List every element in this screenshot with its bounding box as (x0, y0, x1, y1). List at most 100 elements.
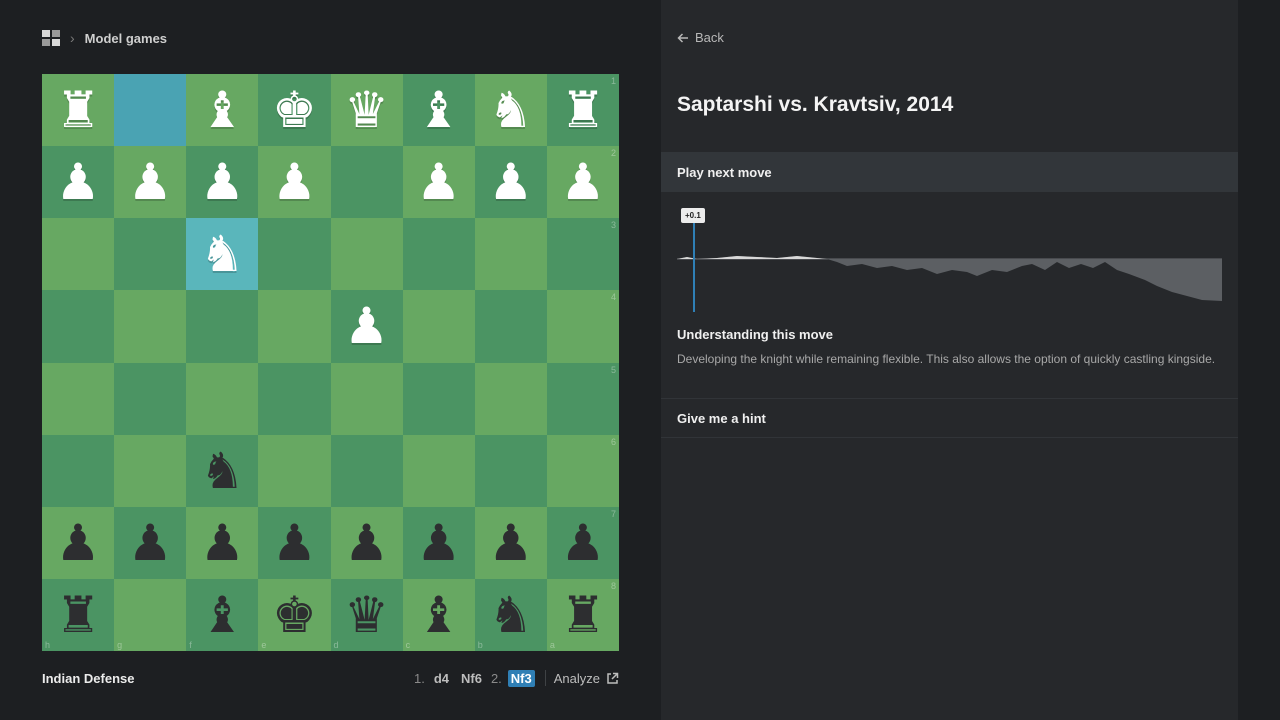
square-g8[interactable]: g (114, 578, 187, 651)
square-b5[interactable] (474, 362, 547, 435)
square-a8[interactable]: ♜ 8 a (546, 578, 619, 651)
square-e2[interactable]: ♟ (258, 146, 331, 219)
black-piece[interactable]: ♞ (200, 446, 245, 496)
square-g6[interactable] (114, 434, 187, 507)
black-piece[interactable]: ♟ (128, 518, 173, 568)
square-a5[interactable]: 5 (546, 362, 619, 435)
app-logo-icon[interactable] (42, 30, 60, 46)
white-piece[interactable]: ♞ (488, 85, 533, 135)
square-h6[interactable] (42, 434, 115, 507)
black-piece[interactable]: ♞ (488, 590, 533, 640)
black-piece[interactable]: ♟ (272, 518, 317, 568)
white-piece[interactable]: ♟ (344, 301, 389, 351)
square-d2[interactable] (330, 146, 403, 219)
black-piece[interactable]: ♟ (200, 518, 245, 568)
square-b2[interactable]: ♟ (474, 146, 547, 219)
square-f3[interactable]: ♞ (186, 218, 259, 291)
square-a6[interactable]: 6 (546, 434, 619, 507)
square-b8[interactable]: ♞ b (474, 578, 547, 651)
black-piece[interactable]: ♟ (488, 518, 533, 568)
square-a7[interactable]: ♟ 7 (546, 506, 619, 579)
black-piece[interactable]: ♚ (272, 590, 317, 640)
square-g7[interactable]: ♟ (114, 506, 187, 579)
white-piece[interactable]: ♟ (488, 157, 533, 207)
square-d6[interactable] (330, 434, 403, 507)
square-b1[interactable]: ♞ (474, 74, 547, 147)
square-d1[interactable]: ♛ (330, 74, 403, 147)
square-a3[interactable]: 3 (546, 218, 619, 291)
square-g1[interactable] (114, 74, 187, 147)
square-b4[interactable] (474, 290, 547, 363)
square-g3[interactable] (114, 218, 187, 291)
square-e4[interactable] (258, 290, 331, 363)
square-f4[interactable] (186, 290, 259, 363)
square-a1[interactable]: ♜ 1 (546, 74, 619, 147)
black-piece[interactable]: ♟ (416, 518, 461, 568)
square-b7[interactable]: ♟ (474, 506, 547, 579)
move-nf3-current[interactable]: Nf3 (507, 669, 535, 687)
white-piece[interactable]: ♟ (128, 157, 173, 207)
square-c6[interactable] (402, 434, 475, 507)
give-hint-button[interactable]: Give me a hint (677, 411, 766, 426)
square-c1[interactable]: ♝ (402, 74, 475, 147)
square-e6[interactable] (258, 434, 331, 507)
white-piece[interactable]: ♞ (200, 229, 245, 279)
square-e1[interactable]: ♚ (258, 74, 331, 147)
square-c7[interactable]: ♟ (402, 506, 475, 579)
square-d3[interactable] (330, 218, 403, 291)
white-piece[interactable]: ♟ (200, 157, 245, 207)
white-piece[interactable]: ♟ (416, 157, 461, 207)
square-c8[interactable]: ♝ c (402, 578, 475, 651)
square-b3[interactable] (474, 218, 547, 291)
square-c4[interactable] (402, 290, 475, 363)
square-d7[interactable]: ♟ (330, 506, 403, 579)
square-e8[interactable]: ♚ e (258, 578, 331, 651)
black-piece[interactable]: ♛ (344, 590, 389, 640)
square-d4[interactable]: ♟ (330, 290, 403, 363)
square-b6[interactable] (474, 434, 547, 507)
square-h1[interactable]: ♜ (42, 74, 115, 147)
square-h3[interactable] (42, 218, 115, 291)
square-c5[interactable] (402, 362, 475, 435)
square-f1[interactable]: ♝ (186, 74, 259, 147)
white-piece[interactable]: ♝ (416, 85, 461, 135)
square-f6[interactable]: ♞ (186, 434, 259, 507)
play-next-move-button[interactable]: Play next move (661, 152, 1238, 192)
white-piece[interactable]: ♝ (200, 85, 245, 135)
back-button[interactable]: Back (677, 30, 724, 45)
square-f8[interactable]: ♝ f (186, 578, 259, 651)
square-e5[interactable] (258, 362, 331, 435)
white-piece[interactable]: ♜ (56, 85, 101, 135)
square-h4[interactable] (42, 290, 115, 363)
black-piece[interactable]: ♝ (200, 590, 245, 640)
black-piece[interactable]: ♟ (56, 518, 101, 568)
square-f2[interactable]: ♟ (186, 146, 259, 219)
square-g4[interactable] (114, 290, 187, 363)
chess-board[interactable]: ♜ ♝ ♚ ♛ ♝ ♞ ♜ 1 ♟ ♟ ♟ ♟ ♟ ♟ ♟ 2 ♞ 3 ♟ 4 5 ♞ 6 ♟ ♟ ♟ ♟ ♟ ♟ ♟ ♟ 7 ♜ h g ♝ f ♚ e ♛… (42, 74, 619, 651)
square-d5[interactable] (330, 362, 403, 435)
white-piece[interactable]: ♟ (561, 157, 606, 207)
square-c2[interactable]: ♟ (402, 146, 475, 219)
square-h8[interactable]: ♜ h (42, 578, 115, 651)
square-h7[interactable]: ♟ (42, 506, 115, 579)
white-piece[interactable]: ♟ (272, 157, 317, 207)
black-piece[interactable]: ♜ (561, 590, 606, 640)
white-piece[interactable]: ♟ (56, 157, 101, 207)
square-g5[interactable] (114, 362, 187, 435)
black-piece[interactable]: ♜ (56, 590, 101, 640)
square-e7[interactable]: ♟ (258, 506, 331, 579)
square-f5[interactable] (186, 362, 259, 435)
move-d4[interactable]: d4 (431, 670, 452, 687)
white-piece[interactable]: ♚ (272, 85, 317, 135)
move-nf6[interactable]: Nf6 (458, 670, 485, 687)
square-e3[interactable] (258, 218, 331, 291)
square-h5[interactable] (42, 362, 115, 435)
breadcrumb-model-games[interactable]: Model games (85, 31, 167, 46)
square-f7[interactable]: ♟ (186, 506, 259, 579)
square-a2[interactable]: ♟ 2 (546, 146, 619, 219)
square-h2[interactable]: ♟ (42, 146, 115, 219)
evaluation-graph[interactable]: +0.1 (677, 204, 1222, 314)
analyze-button[interactable]: Analyze (554, 671, 619, 686)
square-d8[interactable]: ♛ d (330, 578, 403, 651)
square-c3[interactable] (402, 218, 475, 291)
